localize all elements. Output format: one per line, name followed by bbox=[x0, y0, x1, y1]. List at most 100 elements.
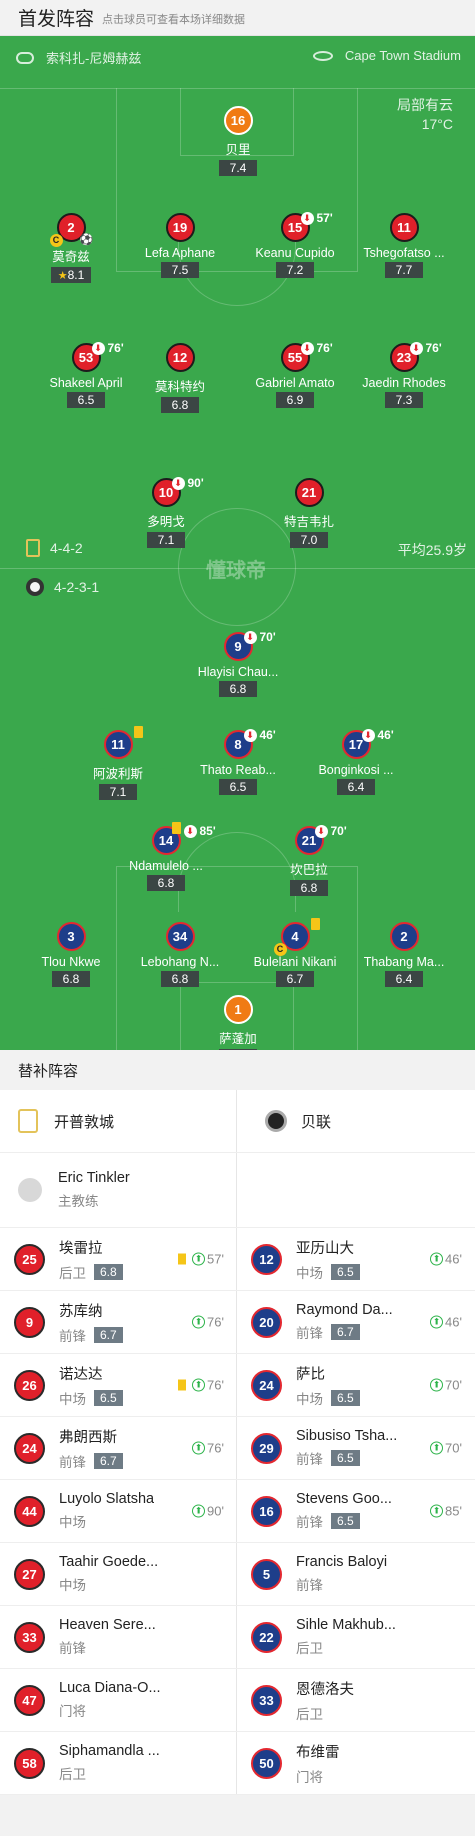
home-team-header[interactable]: 开普敦城 bbox=[0, 1090, 237, 1152]
home-sub[interactable]: 24 弗朗西斯 前锋 6.7 ⬆ 76' bbox=[0, 1417, 237, 1479]
player-name: 贝里 bbox=[225, 143, 251, 157]
away-player[interactable]: 2 Thabang Ma... 6.4 bbox=[334, 922, 474, 988]
sub-on-icon: ⬆ bbox=[430, 1378, 444, 1392]
sub-events: ⬆ 90' bbox=[192, 1504, 224, 1519]
away-player[interactable]: 1 萨蓬加 7.3 bbox=[168, 995, 308, 1050]
captain-badge: C bbox=[273, 943, 287, 956]
player-rating: 7.3 bbox=[219, 1049, 257, 1050]
average-age: 平均25.9岁 bbox=[397, 542, 467, 558]
sub-position-row: 前锋 6.7 bbox=[296, 1322, 393, 1342]
away-sub[interactable]: 22 Sihle Makhub... 后卫 bbox=[237, 1606, 474, 1668]
sub-off-icon: ⬇ bbox=[91, 341, 105, 355]
sub-rating: 6.7 bbox=[94, 1326, 123, 1343]
sub-name: 苏库纳 bbox=[59, 1303, 103, 1320]
referee-name: 索科扎-尼姆赫兹 bbox=[46, 51, 142, 66]
lineup-title: 首发阵容 bbox=[18, 9, 95, 30]
subs-row: 26 诺达达 中场 6.5 ⬆ 76' 24 萨比 中场 6.5 ⬆ 70' bbox=[0, 1354, 475, 1417]
away-sub[interactable]: 5 Francis Baloyi 前锋 bbox=[237, 1543, 474, 1605]
away-player[interactable]: 14 ⬇ 85' Ndamulelo ... 6.8 bbox=[96, 822, 236, 892]
home-coach[interactable]: Eric Tinkler 主教练 bbox=[0, 1153, 237, 1227]
home-player[interactable]: 16 贝里 7.4 bbox=[168, 106, 308, 177]
weather: 局部有云 17°C bbox=[397, 96, 453, 134]
subs-row: 27 Taahir Goede... 中场 5 Francis Baloyi 前锋 bbox=[0, 1543, 475, 1606]
sub-on-icon: ⬆ bbox=[430, 1252, 444, 1266]
sub-position-row: 前锋 6.5 bbox=[296, 1448, 397, 1468]
sub-off-icon: ⬇ bbox=[171, 476, 185, 490]
away-player[interactable]: 21 ⬇ 70' 坎巴拉 6.8 bbox=[239, 824, 379, 897]
home-sub[interactable]: 44 Luyolo Slatsha 中场 ⬆ 90' bbox=[0, 1480, 237, 1542]
away-sub[interactable]: 29 Sibusiso Tsha... 前锋 6.5 ⬆ 70' bbox=[237, 1417, 474, 1479]
coach-row: Eric Tinkler 主教练 bbox=[0, 1153, 475, 1228]
sub-position-row: 中场 6.5 bbox=[59, 1388, 123, 1408]
home-sub[interactable]: 26 诺达达 中场 6.5 ⬆ 76' bbox=[0, 1354, 237, 1416]
away-player[interactable]: 9 ⬇ 70' Hlayisi Chau... 6.8 bbox=[168, 630, 308, 698]
sub-off-indicator: ⬇ 76' bbox=[409, 341, 442, 355]
sub-name: 埃雷拉 bbox=[59, 1240, 103, 1257]
home-player[interactable]: 11 Tshegofatso ... 7.7 bbox=[334, 213, 474, 279]
home-sub[interactable]: 9 苏库纳 前锋 6.7 ⬆ 76' bbox=[0, 1291, 237, 1353]
sub-name: 萨比 bbox=[296, 1366, 325, 1383]
home-player[interactable]: 10 ⬇ 90' 多明戈 7.1 bbox=[96, 476, 236, 549]
sub-on-icon: ⬆ bbox=[430, 1441, 444, 1455]
sub-off-indicator: ⬇ 90' bbox=[171, 476, 204, 490]
player-name: Bonginkosi ... bbox=[318, 763, 394, 777]
subs-row: 25 埃雷拉 后卫 6.8 ⬆ 57' 12 亚历山大 中场 6.5 ⬆ 46' bbox=[0, 1228, 475, 1291]
yellow-card-icon bbox=[133, 726, 143, 738]
sub-number: 24 bbox=[14, 1432, 45, 1464]
away-sub[interactable]: 16 Stevens Goo... 前锋 6.5 ⬆ 85' bbox=[237, 1480, 474, 1542]
player-number: 11 bbox=[103, 726, 143, 759]
home-sub[interactable]: 47 Luca Diana-O... 门将 bbox=[0, 1669, 237, 1731]
stadium-icon bbox=[312, 50, 333, 61]
subs-row: 9 苏库纳 前锋 6.7 ⬆ 76' 20 Raymond Da... 前锋 6.7 ⬆ 46' bbox=[0, 1291, 475, 1354]
sub-position: 后卫 bbox=[59, 1767, 86, 1782]
player-number: 53 ⬇ 76' bbox=[71, 341, 124, 372]
sub-name: Heaven Sere... bbox=[59, 1617, 156, 1633]
sub-position-row: 前锋 bbox=[59, 1637, 156, 1657]
whistle-icon bbox=[16, 51, 34, 64]
sub-events: ⬆ 76' bbox=[192, 1315, 224, 1330]
away-sub[interactable]: 50 布维雷 门将 bbox=[237, 1732, 474, 1794]
home-sub[interactable]: 25 埃雷拉 后卫 6.8 ⬆ 57' bbox=[0, 1228, 237, 1290]
sub-off-icon: ⬇ bbox=[183, 824, 197, 838]
sub-off-minute: 57' bbox=[316, 211, 333, 225]
player-name: 阿波利斯 bbox=[92, 767, 143, 781]
sub-position-row: 门将 bbox=[59, 1700, 161, 1720]
home-formation: 4-4-2 bbox=[26, 539, 83, 557]
subs-row: 24 弗朗西斯 前锋 6.7 ⬆ 76' 29 Sibusiso Tsha... 前锋 6.5 ⬆ 7… bbox=[0, 1417, 475, 1480]
away-player[interactable]: 11 阿波利斯 7.1 bbox=[48, 726, 188, 801]
sub-number: 44 bbox=[14, 1495, 45, 1527]
away-sub[interactable]: 20 Raymond Da... 前锋 6.7 ⬆ 46' bbox=[237, 1291, 474, 1353]
sub-position-row: 前锋 6.7 bbox=[59, 1325, 123, 1345]
home-sub[interactable]: 58 Siphamandla ... 后卫 bbox=[0, 1732, 237, 1794]
away-sub[interactable]: 24 萨比 中场 6.5 ⬆ 70' bbox=[237, 1354, 474, 1416]
home-player[interactable]: 21 特吉韦扎 7.0 bbox=[239, 478, 379, 549]
watermark: 懂球帝 bbox=[206, 560, 266, 582]
home-team-logo-icon bbox=[26, 539, 40, 557]
sub-position: 前锋 bbox=[59, 1328, 86, 1344]
sub-off-minute: 70' bbox=[330, 824, 347, 838]
lineup-header: 首发阵容 点击球员可查看本场详细数据 bbox=[0, 0, 475, 36]
player-name: Hlayisi Chau... bbox=[197, 665, 279, 679]
player-rating: 6.9 bbox=[276, 392, 314, 408]
sub-events: ⬆ 46' bbox=[430, 1315, 462, 1330]
away-formation: 4-2-3-1 bbox=[26, 578, 99, 596]
player-number: 3 bbox=[56, 922, 86, 951]
home-sub[interactable]: 27 Taahir Goede... 中场 bbox=[0, 1543, 237, 1605]
away-sub[interactable]: 33 恩德洛夫 后卫 bbox=[237, 1669, 474, 1731]
sub-on-minute: 76' bbox=[207, 1314, 224, 1330]
away-team-header[interactable]: 贝联 bbox=[237, 1090, 474, 1152]
away-player[interactable]: 17 ⬇ 46' Bonginkosi ... 6.4 bbox=[286, 728, 426, 796]
home-player[interactable]: 23 ⬇ 76' Jaedin Rhodes 7.3 bbox=[334, 341, 474, 409]
away-sub[interactable]: 12 亚历山大 中场 6.5 ⬆ 46' bbox=[237, 1228, 474, 1290]
sub-name: Siphamandla ... bbox=[59, 1743, 160, 1759]
player-rating: 7.7 bbox=[385, 262, 423, 278]
player-rating: 7.4 bbox=[219, 160, 257, 176]
sub-off-icon: ⬇ bbox=[243, 728, 257, 742]
sub-position-row: 后卫 bbox=[296, 1637, 396, 1657]
player-rating: 6.7 bbox=[276, 971, 314, 987]
player-number: 34 bbox=[165, 922, 195, 951]
captain-badge: C bbox=[49, 234, 63, 247]
player-number: 21 bbox=[294, 478, 324, 507]
home-sub[interactable]: 33 Heaven Sere... 前锋 bbox=[0, 1606, 237, 1668]
player-number: 15 ⬇ 57' bbox=[280, 211, 333, 242]
